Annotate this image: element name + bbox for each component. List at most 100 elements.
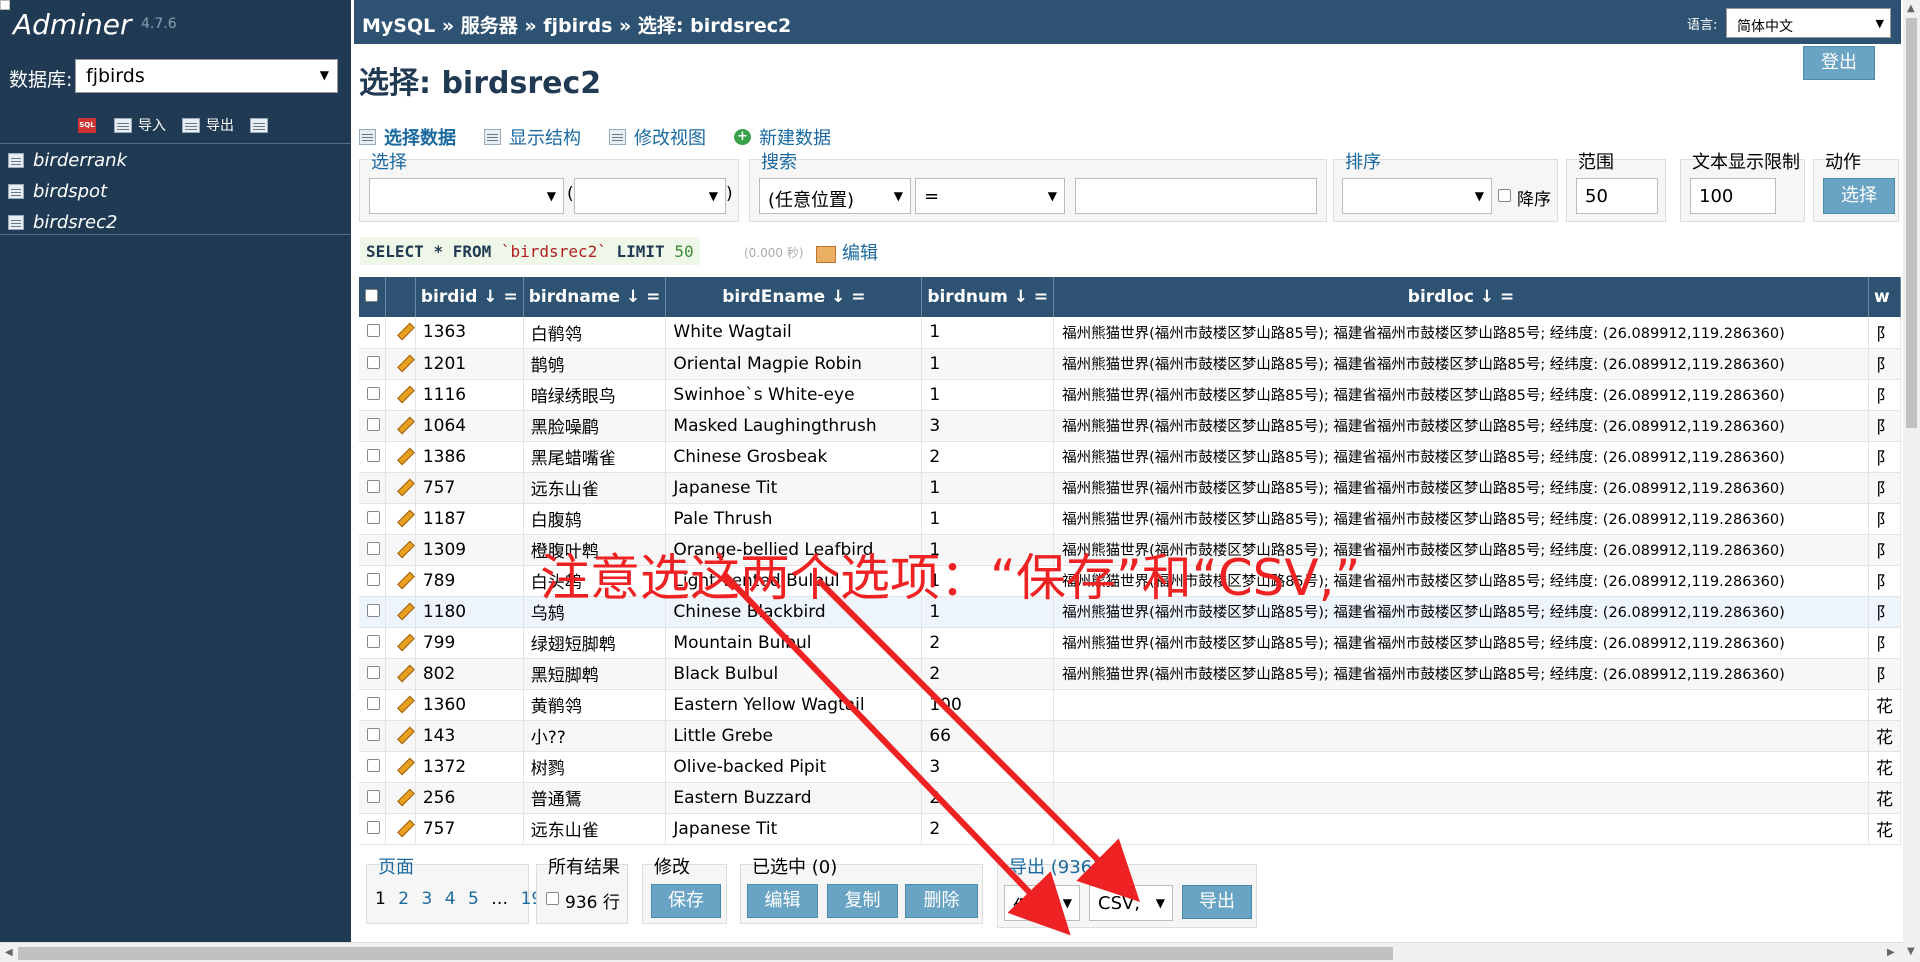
select-submit-button[interactable]: 选择 bbox=[1823, 178, 1895, 214]
row-checkbox[interactable] bbox=[367, 696, 380, 710]
pencil-icon[interactable] bbox=[394, 384, 411, 401]
select-function-dropdown[interactable]: ▼ bbox=[574, 178, 726, 214]
table-row[interactable]: 799 绿翅短脚鹎 Mountain Bulbul 2 福州熊猫世界(福州市鼓楼区梦山路… bbox=[359, 627, 1901, 659]
row-checkbox[interactable] bbox=[367, 758, 380, 772]
pencil-icon[interactable] bbox=[394, 694, 411, 711]
column-header-birdid[interactable]: birdid ↓ = bbox=[415, 277, 524, 317]
scroll-right-icon[interactable]: ▶ bbox=[1887, 947, 1895, 958]
row-checkbox[interactable] bbox=[367, 541, 380, 555]
delete-button[interactable]: 删除 bbox=[905, 884, 978, 918]
new-item-link[interactable]: + 新建数据 bbox=[734, 124, 831, 150]
logout-button[interactable]: 登出 bbox=[1803, 46, 1875, 80]
row-checkbox[interactable] bbox=[367, 510, 380, 524]
column-header-birdname[interactable]: birdname ↓ = bbox=[523, 277, 667, 317]
database-select[interactable]: fjbirds ▼ bbox=[75, 59, 338, 93]
search-column-dropdown[interactable]: (任意位置) ▼ bbox=[759, 178, 911, 214]
clone-button[interactable]: 复制 bbox=[827, 884, 898, 918]
output-select[interactable]: 保存 ▼ bbox=[1004, 885, 1080, 921]
fieldset-legend[interactable]: 选择 bbox=[369, 148, 409, 174]
row-checkbox[interactable] bbox=[367, 665, 380, 679]
row-checkbox[interactable] bbox=[367, 789, 380, 803]
pencil-icon[interactable] bbox=[394, 632, 411, 649]
row-checkbox[interactable] bbox=[367, 386, 380, 400]
descending-checkbox[interactable] bbox=[1498, 189, 1511, 202]
save-button[interactable]: 保存 bbox=[651, 884, 721, 918]
fieldset-legend[interactable]: 页面 bbox=[376, 853, 416, 879]
table-icon[interactable] bbox=[8, 215, 24, 230]
table-row[interactable]: 1363 白鹡鸰 White Wagtail 1 福州熊猫世界(福州市鼓楼区梦山路85号… bbox=[359, 317, 1901, 349]
import-icon[interactable] bbox=[114, 117, 132, 133]
pencil-icon[interactable] bbox=[394, 725, 411, 742]
import-link[interactable]: 导入 bbox=[138, 115, 166, 135]
page-link[interactable]: 2 bbox=[398, 889, 409, 909]
table-row[interactable]: 1201 鹊鸲 Oriental Magpie Robin 1 福州熊猫世界(福州市鼓楼… bbox=[359, 348, 1901, 380]
fieldset-legend[interactable]: 导出 (936) bbox=[1007, 853, 1101, 879]
page-link[interactable]: 4 bbox=[445, 889, 456, 909]
row-checkbox[interactable] bbox=[367, 417, 380, 431]
column-header-w[interactable]: w bbox=[1868, 277, 1901, 317]
pencil-icon[interactable] bbox=[394, 508, 411, 525]
scroll-up-icon[interactable]: ▲ bbox=[1907, 3, 1915, 14]
row-checkbox[interactable] bbox=[367, 479, 380, 493]
pencil-icon[interactable] bbox=[394, 477, 411, 494]
column-header-birdnum[interactable]: birdnum ↓ = bbox=[921, 277, 1055, 317]
row-checkbox[interactable] bbox=[367, 603, 380, 617]
search-operator-dropdown[interactable]: = ▼ bbox=[915, 178, 1065, 214]
sidebar-item-birdspot[interactable]: birdspot bbox=[8, 176, 127, 207]
pencil-icon[interactable] bbox=[394, 570, 411, 587]
row-checkbox[interactable] bbox=[367, 634, 380, 648]
vertical-scroll-thumb[interactable] bbox=[1906, 18, 1917, 428]
pencil-icon[interactable] bbox=[394, 787, 411, 804]
table-row[interactable]: 757 远东山雀 Japanese Tit 1 福州熊猫世界(福州市鼓楼区梦山路85号)… bbox=[359, 472, 1901, 504]
page-link[interactable]: 3 bbox=[421, 889, 432, 909]
edit-query-icon[interactable] bbox=[816, 246, 836, 263]
table-row[interactable]: 256 普通鵟 Eastern Buzzard 2 花 bbox=[359, 782, 1901, 814]
table-row[interactable]: 1360 黄鹡鸰 Eastern Yellow Wagtail 100 花 bbox=[359, 689, 1901, 721]
pencil-icon[interactable] bbox=[394, 446, 411, 463]
scroll-down-icon[interactable]: ▼ bbox=[1907, 946, 1915, 957]
fieldset-legend[interactable]: 排序 bbox=[1343, 148, 1383, 174]
show-structure-link[interactable]: 显示结构 bbox=[484, 124, 581, 150]
all-results-checkbox[interactable] bbox=[546, 892, 559, 905]
row-checkbox[interactable] bbox=[367, 355, 380, 369]
table-row[interactable]: 1372 树鹨 Olive-backed Pipit 3 花 bbox=[359, 751, 1901, 783]
pencil-icon[interactable] bbox=[394, 353, 411, 370]
table-row[interactable]: 1187 白腹鸫 Pale Thrush 1 福州熊猫世界(福州市鼓楼区梦山路85号);… bbox=[359, 503, 1901, 535]
column-header-birdloc[interactable]: birdloc ↓ = bbox=[1053, 277, 1869, 317]
language-select[interactable]: 简体中文 ▼ bbox=[1726, 8, 1891, 38]
table-row[interactable]: 757 远东山雀 Japanese Tit 2 花 bbox=[359, 813, 1901, 845]
row-checkbox[interactable] bbox=[367, 727, 380, 741]
horizontal-scroll-thumb[interactable] bbox=[18, 947, 1393, 960]
pencil-icon[interactable] bbox=[394, 321, 411, 338]
horizontal-scrollbar[interactable]: ◀ ▶ bbox=[0, 942, 1903, 962]
row-checkbox[interactable] bbox=[367, 572, 380, 586]
pencil-icon[interactable] bbox=[394, 415, 411, 432]
sidebar-item-birderrank[interactable]: birderrank bbox=[8, 145, 127, 176]
pencil-icon[interactable] bbox=[394, 756, 411, 773]
search-value-input[interactable] bbox=[1075, 178, 1317, 214]
format-select[interactable]: CSV, ▼ bbox=[1089, 885, 1173, 921]
row-checkbox[interactable] bbox=[367, 820, 380, 834]
table-row[interactable]: 802 黑短脚鹎 Black Bulbul 2 福州熊猫世界(福州市鼓楼区梦山路85号)… bbox=[359, 658, 1901, 690]
select-data-link[interactable]: 选择数据 bbox=[359, 124, 456, 150]
fieldset-legend[interactable]: 搜索 bbox=[759, 148, 799, 174]
export-icon[interactable] bbox=[182, 117, 200, 133]
table-row[interactable]: 1116 暗绿绣眼鸟 Swinhoe`s White-eye 1 福州熊猫世界(福州市鼓… bbox=[359, 379, 1901, 411]
pencil-icon[interactable] bbox=[394, 539, 411, 556]
text-length-input[interactable]: 100 bbox=[1690, 178, 1776, 214]
table-icon[interactable] bbox=[8, 184, 24, 199]
table-name[interactable]: birdspot bbox=[33, 181, 107, 202]
table-row[interactable]: 1386 黑尾蜡嘴雀 Chinese Grosbeak 2 福州熊猫世界(福州市鼓楼区梦… bbox=[359, 441, 1901, 473]
pencil-icon[interactable] bbox=[394, 663, 411, 680]
alter-view-link[interactable]: 修改视图 bbox=[609, 124, 706, 150]
select-all-checkbox[interactable] bbox=[365, 289, 378, 302]
table-name[interactable]: birderrank bbox=[33, 150, 127, 171]
table-row[interactable]: 143 小?? Little Grebe 66 花 bbox=[359, 720, 1901, 752]
export-button[interactable]: 导出 bbox=[1182, 885, 1252, 919]
edit-button[interactable]: 编辑 bbox=[747, 884, 818, 918]
select-column-dropdown[interactable]: ▼ bbox=[369, 178, 564, 214]
export-link[interactable]: 导出 bbox=[206, 115, 234, 135]
column-header-birdEname[interactable]: birdEname ↓ = bbox=[665, 277, 923, 317]
sql-command-icon[interactable]: SQL bbox=[78, 117, 96, 133]
page-link[interactable]: 5 bbox=[468, 889, 479, 909]
